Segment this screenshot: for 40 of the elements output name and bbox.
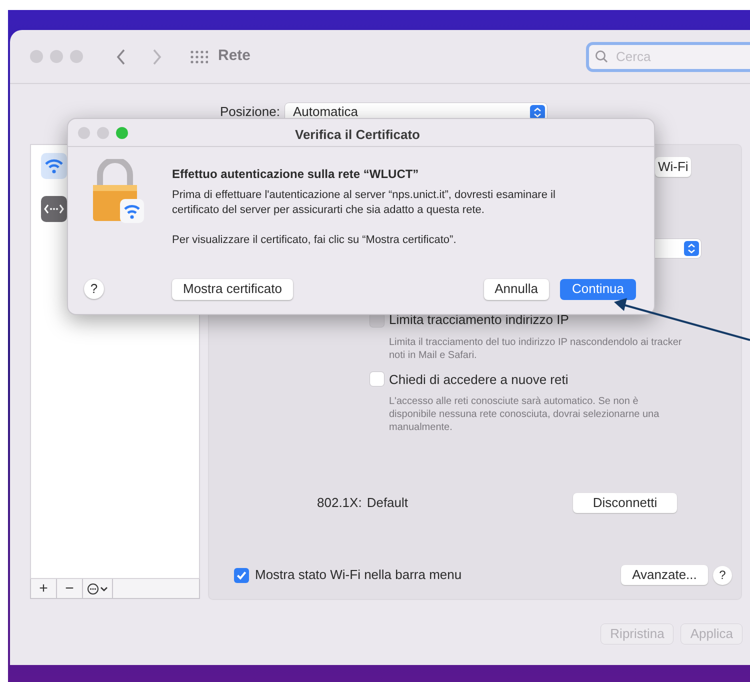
window-title: Rete (218, 46, 251, 66)
option-description: L'accesso alle reti conosciute sarà automatico. Se non è disponibile nessuna rete conosciuta, dovrai selezionarne una manualmente. (389, 395, 660, 434)
close-light[interactable] (30, 50, 43, 63)
disconnect-button[interactable]: Disconnetti (573, 493, 677, 513)
auth-value: Default (366, 494, 408, 512)
close-light[interactable] (78, 126, 90, 138)
help-button[interactable]: ? (84, 279, 104, 299)
search-icon (595, 50, 608, 62)
wifi-button[interactable]: Wi-Fi (655, 157, 692, 177)
advanced-button[interactable]: Avanzate... (621, 565, 708, 585)
dialog-title: Verifica il Certificato (295, 126, 420, 144)
dialog-button[interactable]: Mostra certificato (172, 278, 293, 300)
dialog-button[interactable]: Annulla (484, 278, 549, 300)
forward-icon[interactable] (152, 48, 162, 66)
more-icon (86, 582, 108, 594)
dialog-message: Prima di effettuare l'autenticazione al server “nps.unict.it”, dovresti esaminare il certificato del server per assicurarti che sia adatto a questa rete. (172, 188, 556, 218)
checkbox-label: Mostra stato Wi-Fi nella barra menu (255, 566, 462, 584)
stepper-icon (530, 104, 545, 120)
grid-icon[interactable] (190, 50, 208, 64)
ethernet-icon[interactable] (41, 196, 67, 222)
help-button[interactable]: ? (713, 566, 732, 584)
minimize-light[interactable] (97, 126, 109, 138)
zoom-light[interactable] (116, 126, 128, 138)
wifi-icon[interactable] (41, 153, 67, 179)
checkbox[interactable] (234, 568, 249, 582)
location-label: Posizione: (220, 103, 280, 122)
list-tool-button[interactable]: + (31, 579, 57, 599)
default-button[interactable]: Continua (560, 278, 636, 300)
checkbox[interactable] (370, 372, 384, 386)
dialog-hint: Per visualizzare il certificato, fai clic su “Mostra certificato”. (172, 233, 458, 248)
dialog-heading: Effettuo autenticazione sulla rete “WLUCT” (172, 166, 420, 183)
back-icon[interactable] (116, 48, 126, 66)
checkbox-label: Chiedi di accedere a nuove reti (389, 370, 568, 388)
checkbox-label: Limita tracciamento indirizzo IP (389, 311, 569, 329)
auth-label: 802.1X: (317, 494, 362, 512)
padlock-wifi-icon (90, 159, 144, 223)
minimize-light[interactable] (50, 50, 63, 63)
option-description: Limita il tracciamento del tuo indirizzo IP nascondendolo ai tracker noti in Mail e Safari. (389, 336, 683, 362)
list-tool-button[interactable]: − (57, 579, 83, 599)
zoom-light[interactable] (70, 50, 83, 63)
